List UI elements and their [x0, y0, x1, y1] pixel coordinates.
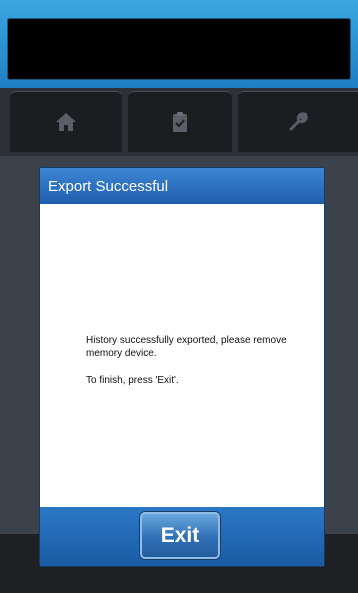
message-line-finish: To finish, press 'Exit'.	[86, 375, 179, 386]
export-dialog: Export Successful History successfully e…	[40, 168, 324, 566]
message-line-exported: History successfully exported, please re…	[86, 335, 287, 359]
clipboard-icon	[172, 111, 188, 133]
home-icon	[55, 112, 77, 132]
tools-icon	[287, 111, 309, 133]
dialog-body: History successfully exported, please re…	[40, 204, 324, 507]
tab-home[interactable]	[10, 91, 122, 152]
dialog-message: History successfully exported, please re…	[86, 334, 296, 401]
tab-tools[interactable]	[238, 91, 358, 152]
dialog-header: Export Successful	[40, 168, 324, 204]
exit-button[interactable]: Exit	[140, 512, 220, 559]
display-screen	[7, 18, 351, 80]
tab-clipboard[interactable]	[128, 91, 232, 152]
tab-bar	[0, 88, 358, 156]
top-frame	[0, 0, 358, 88]
dialog-title: Export Successful	[48, 177, 169, 195]
dialog-footer: Exit	[40, 507, 324, 566]
